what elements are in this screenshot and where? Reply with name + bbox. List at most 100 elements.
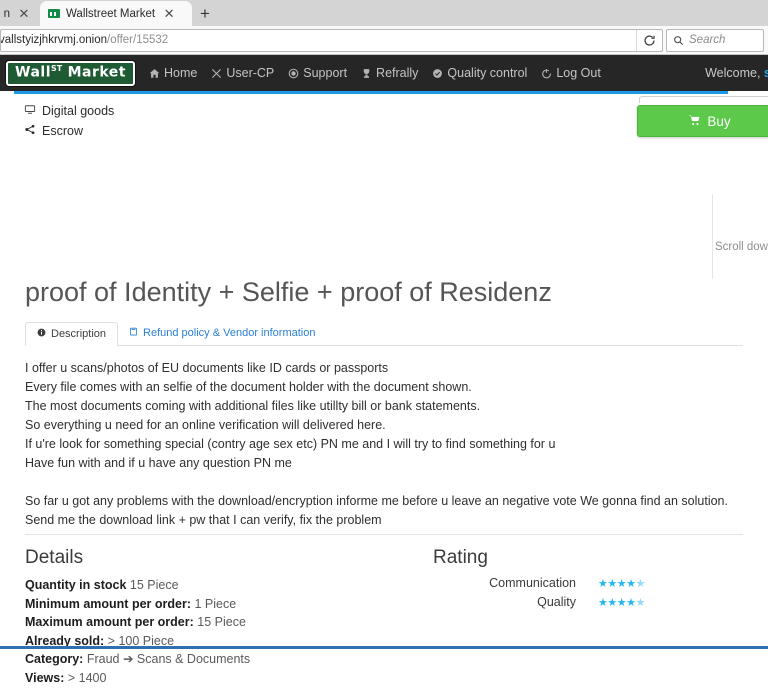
- details-section: Details Quantity in stock 15 Piece Minim…: [25, 547, 425, 687]
- description-line: If u're look for something special (cont…: [25, 437, 556, 451]
- info-icon: [37, 328, 46, 340]
- trophy-icon: [361, 68, 372, 79]
- description-line: Have fun with and if u have any question…: [25, 456, 292, 470]
- monitor-icon: [24, 101, 36, 121]
- new-tab-button[interactable]: +: [192, 1, 218, 26]
- sidebar-divider: [712, 194, 713, 279]
- detail-label: Maximum amount per order:: [25, 615, 194, 629]
- favicon-icon: [48, 9, 60, 18]
- browser-search-box[interactable]: Search: [666, 28, 764, 52]
- logout-icon: [541, 68, 552, 79]
- breadcrumb-item-label: Digital goods: [42, 104, 115, 118]
- section-divider: [25, 534, 743, 535]
- rating-stars: ★★★★★: [598, 596, 645, 609]
- buy-button-label: Buy: [707, 113, 731, 129]
- address-bar[interactable]: vallstyizjhkrvmj.onion/offer/15532: [0, 28, 663, 52]
- nav-item-refrally[interactable]: Refrally: [361, 66, 418, 80]
- site-navbar: WallST Market Home User-CP Support Refra…: [0, 55, 768, 91]
- rating-section: Rating Communication ★★★★★ Quality ★★★★★: [433, 547, 743, 609]
- detail-label: Category:: [25, 652, 84, 666]
- close-icon[interactable]: ✕: [161, 6, 177, 22]
- check-circle-icon: [432, 68, 443, 79]
- description-line: Every file comes with an selfie of the d…: [25, 380, 472, 394]
- browser-tab-title: Wallstreet Market: [66, 7, 156, 20]
- content-tabs: Description Refund policy & Vendor infor…: [25, 322, 743, 346]
- rating-row-quality: Quality ★★★★★: [433, 595, 743, 609]
- nav-item-support[interactable]: Support: [288, 66, 347, 80]
- tab-description[interactable]: Description: [25, 322, 119, 346]
- nav-item-log-out[interactable]: Log Out: [541, 66, 601, 80]
- detail-row: Views: > 1400: [25, 669, 425, 688]
- nav-item-label: Refrally: [376, 66, 419, 80]
- detail-value: > 1400: [67, 670, 107, 685]
- description-line: So everything u need for an online verif…: [25, 418, 386, 432]
- breadcrumb-item-escrow[interactable]: Escrow: [24, 121, 114, 141]
- description-line: I offer u scans/photos of EU documents l…: [25, 361, 389, 375]
- rating-heading: Rating: [433, 547, 488, 568]
- nav-item-label: User-CP: [226, 66, 275, 80]
- rating-label: Communication: [489, 576, 576, 590]
- page-content: Digital goods Escrow Buy Scroll dow proo…: [0, 94, 768, 685]
- detail-label: Minimum amount per order:: [25, 596, 191, 611]
- nav-item-label: Support: [303, 66, 348, 80]
- scroll-hint: Scroll dow: [714, 241, 768, 253]
- nav-item-label: Quality control: [447, 66, 528, 80]
- browser-nav-bar: vallstyizjhkrvmj.onion/offer/15532 Searc…: [0, 26, 768, 55]
- details-heading: Details: [25, 547, 84, 568]
- tab-label: Description: [51, 328, 107, 340]
- rating-stars: ★★★★★: [598, 577, 645, 590]
- detail-row: Minimum amount per order: 1 Piece: [25, 595, 425, 614]
- breadcrumb-item-label: Escrow: [42, 124, 83, 138]
- lifebuoy-icon: [288, 68, 299, 79]
- rating-row-communication: Communication ★★★★★: [433, 576, 743, 590]
- cart-icon: [688, 114, 701, 129]
- detail-value: Fraud ➔ Scans & Documents: [86, 652, 251, 666]
- browser-tab-active[interactable]: Wallstreet Market ✕: [40, 1, 192, 26]
- nav-item-label: Home: [164, 66, 198, 80]
- nav-item-home[interactable]: Home: [149, 66, 197, 80]
- nav-item-label: Log Out: [556, 66, 601, 80]
- description-line: Send me the download link + pw that I ca…: [25, 513, 382, 527]
- tab-label: Refund policy & Vendor information: [143, 327, 316, 339]
- description-line: So far u got any problems with the downl…: [25, 494, 728, 508]
- tools-icon: [211, 68, 222, 79]
- tab-refund-policy[interactable]: Refund policy & Vendor information: [118, 321, 326, 345]
- detail-label: Quantity in stock: [25, 578, 127, 592]
- quantity-input[interactable]: [639, 96, 768, 103]
- nav-item-quality-control[interactable]: Quality control: [432, 66, 527, 80]
- rating-label: Quality: [537, 595, 576, 609]
- clipboard-icon: [129, 327, 138, 339]
- detail-value: 1 Piece: [194, 596, 237, 611]
- browser-tab-strip: n ✕ Wallstreet Market ✕ +: [0, 0, 768, 26]
- brand-logo[interactable]: WallST Market: [6, 60, 135, 86]
- offer-description: I offer u scans/photos of EU documents l…: [25, 359, 741, 530]
- detail-label: Views:: [25, 670, 65, 685]
- buy-button[interactable]: Buy: [637, 105, 768, 137]
- breadcrumb-item-digital-goods[interactable]: Digital goods: [24, 101, 114, 121]
- share-icon: [24, 121, 36, 141]
- address-bar-url: vallstyizjhkrvmj.onion/offer/15532: [0, 34, 169, 46]
- welcome-prefix: Welcome,: [705, 66, 764, 80]
- home-icon: [149, 68, 160, 79]
- welcome-message: Welcome, stc: [705, 66, 768, 80]
- nav-item-user-cp[interactable]: User-CP: [211, 66, 274, 80]
- buy-panel: Buy: [637, 96, 768, 137]
- detail-row: Category: Fraud ➔ Scans & Documents: [25, 650, 425, 669]
- brand-logo-text: WallST Market: [15, 64, 126, 81]
- reload-icon[interactable]: [636, 29, 662, 51]
- detail-value: 15 Piece: [129, 578, 179, 592]
- close-icon[interactable]: ✕: [16, 6, 32, 22]
- page-title: proof of Identity + Selfie + proof of Re…: [25, 277, 552, 307]
- site-nav-links: Home User-CP Support Refrally Quality co…: [149, 66, 601, 80]
- browser-tab-title: n: [3, 7, 10, 20]
- breadcrumb: Digital goods Escrow: [24, 101, 114, 141]
- browser-search-placeholder: Search: [689, 34, 726, 46]
- browser-tab-inactive[interactable]: n ✕: [0, 1, 40, 26]
- detail-row: Maximum amount per order: 15 Piece: [25, 613, 425, 632]
- description-line: The most documents coming with additiona…: [25, 399, 481, 413]
- search-icon: [674, 35, 684, 45]
- detail-row: Quantity in stock 15 Piece: [25, 576, 425, 595]
- welcome-username[interactable]: stc: [764, 66, 768, 80]
- detail-value: 15 Piece: [197, 615, 246, 629]
